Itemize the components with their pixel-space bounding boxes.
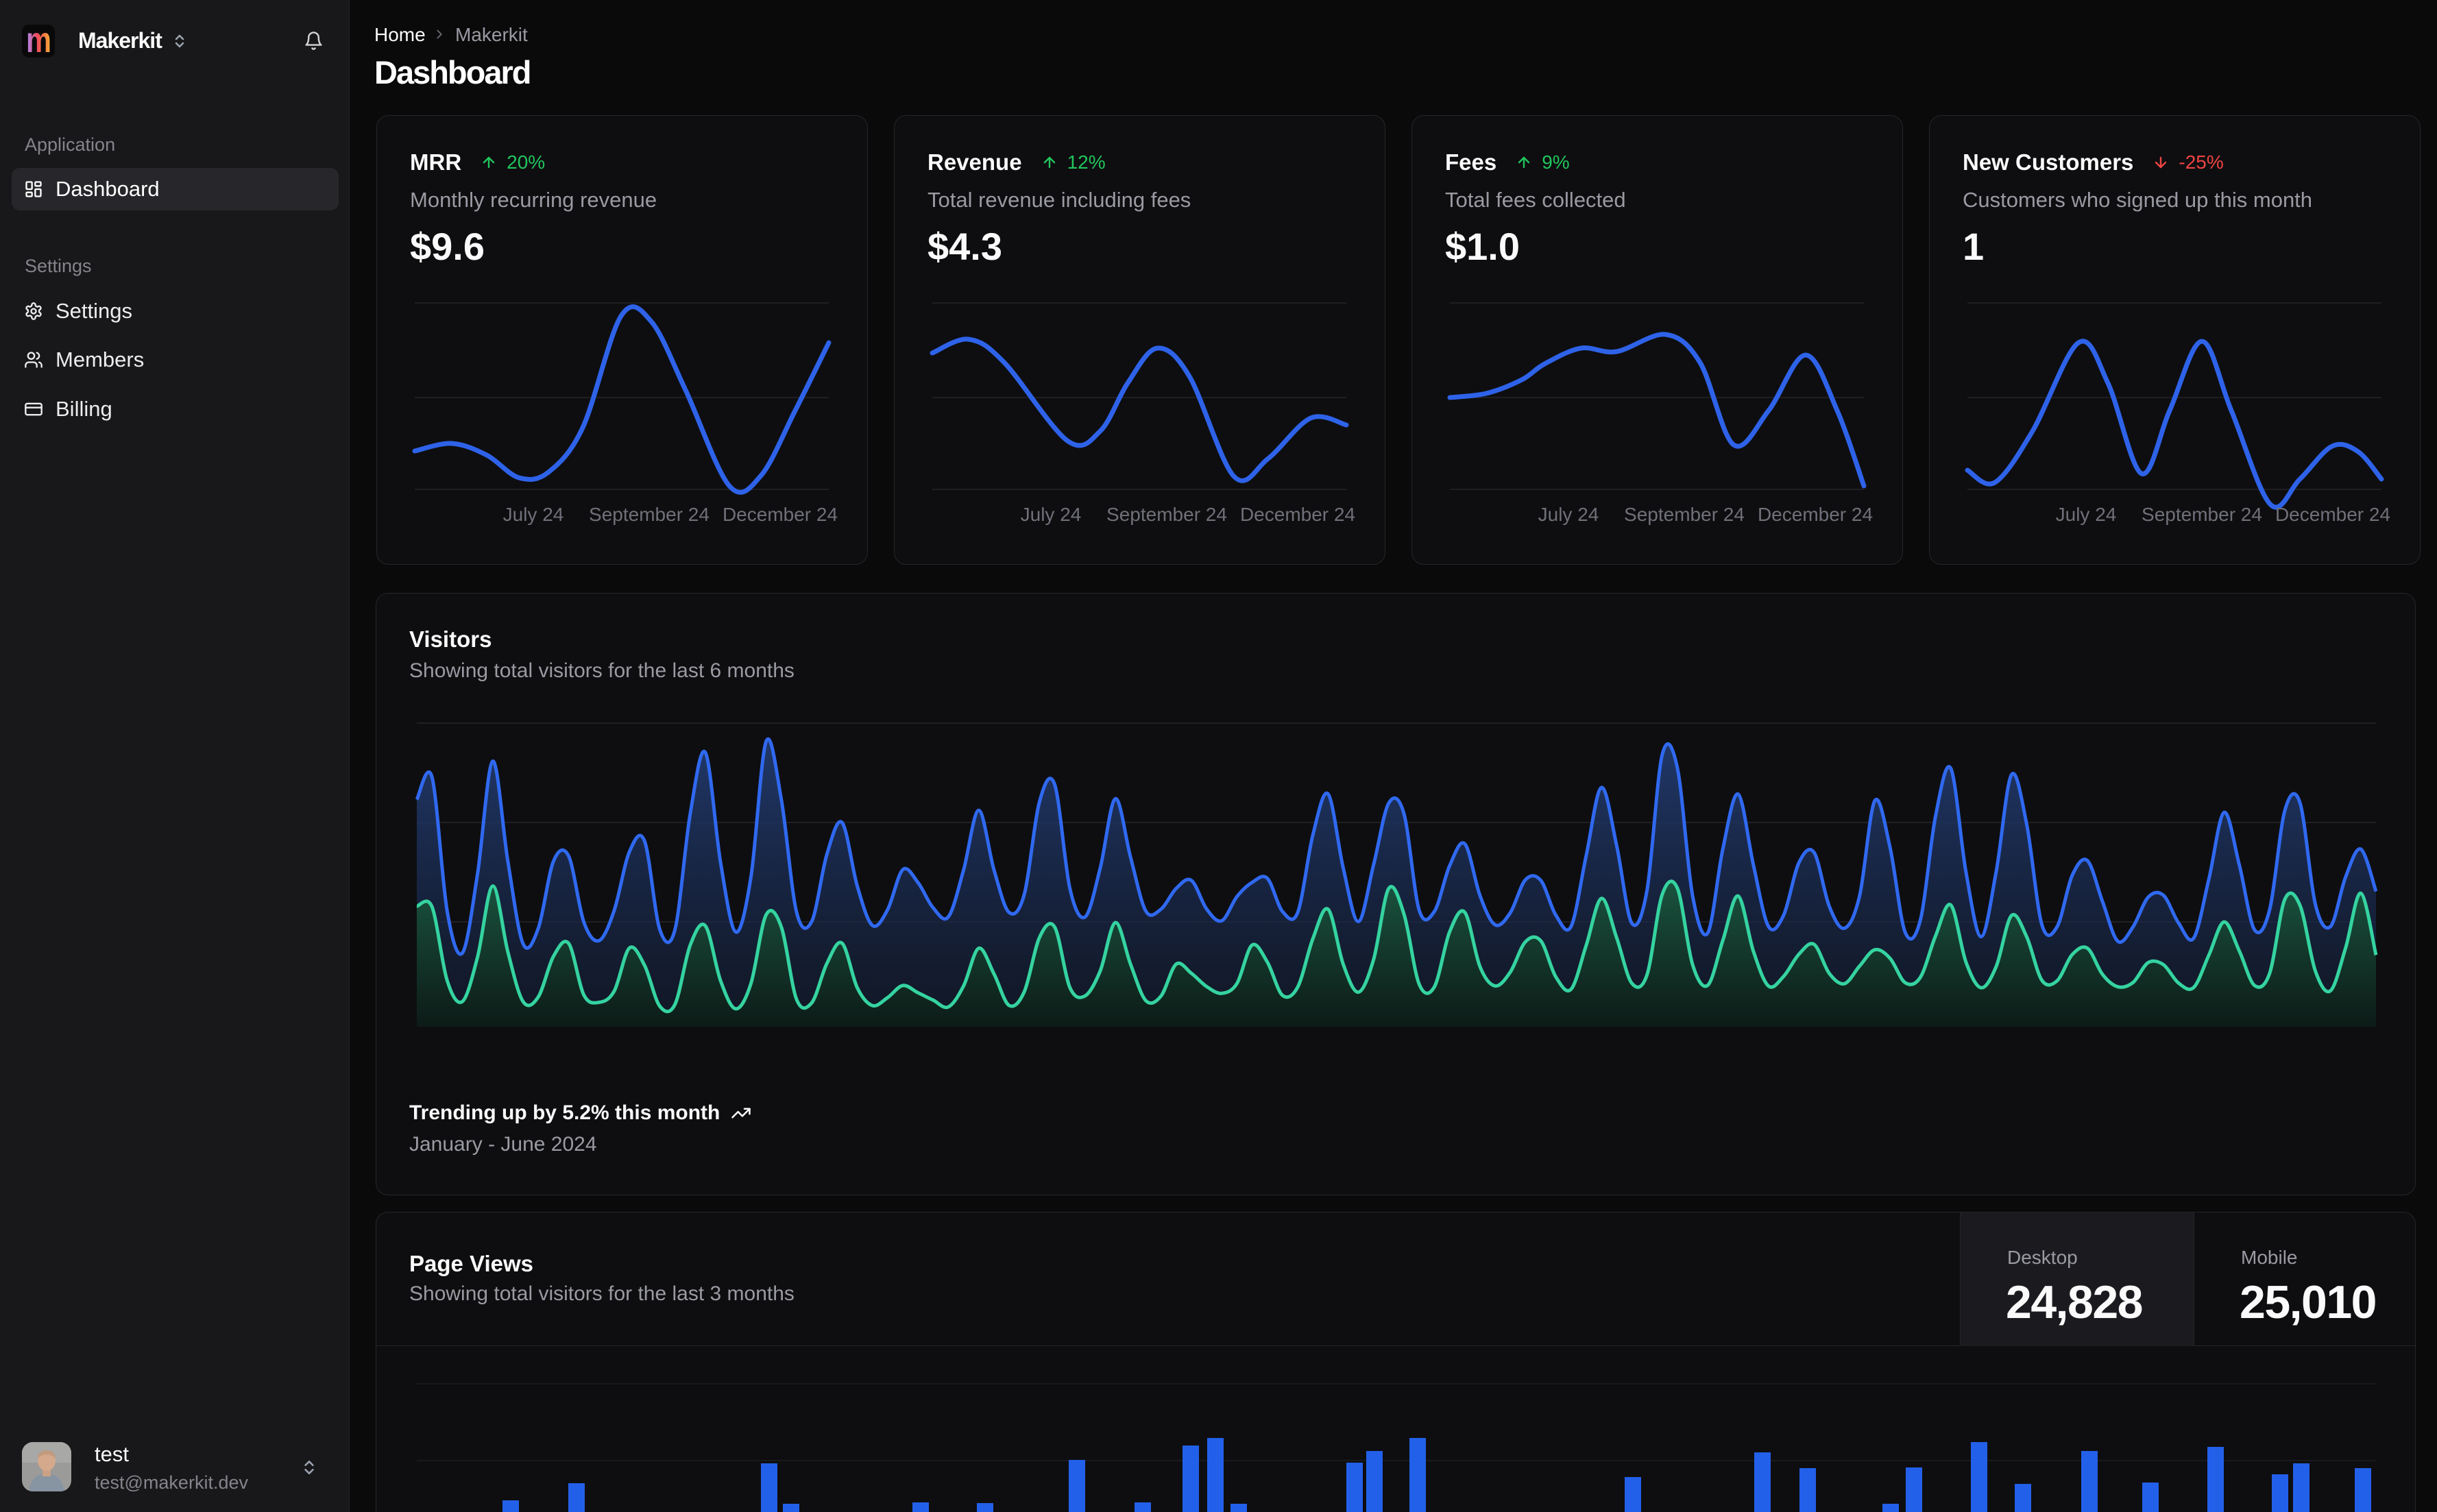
svg-text:m: m xyxy=(26,25,51,58)
